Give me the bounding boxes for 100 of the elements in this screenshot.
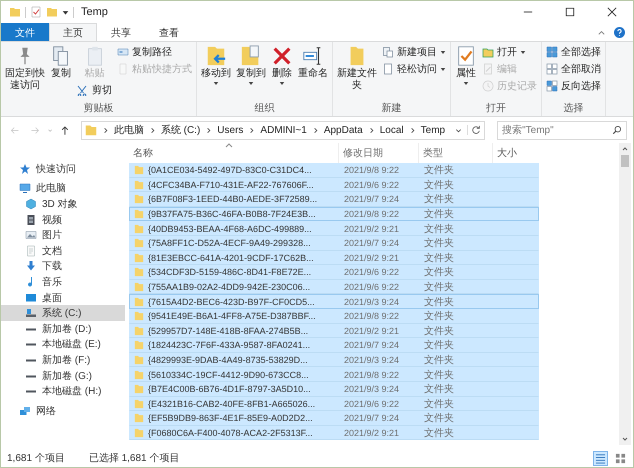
ribbon-button[interactable]: 新建项目	[380, 44, 448, 60]
file-row[interactable]: {75A8FF1C-D52A-4ECF-9A49-299328... 2021/9/7 9:24 文件夹	[129, 236, 539, 251]
file-row[interactable]: {9B37FA75-B36C-46FA-B0B8-7F24E3B... 2021/9/8 9:22 文件夹	[129, 206, 539, 222]
checklist-icon[interactable]	[30, 6, 42, 18]
file-row[interactable]: {4CFC34BA-F710-431E-AF22-767606F... 2021/9/6 9:22 文件夹	[129, 178, 539, 192]
selection-count: 已选择 1,681 个项目	[88, 452, 180, 465]
group-label: 打开	[485, 102, 507, 115]
breadcrumb[interactable]: 系统 (C:)	[160, 123, 200, 137]
new-item-icon	[382, 46, 394, 58]
sidebar-item[interactable]: 文档	[1, 242, 125, 259]
table-cell-text: 文件夹	[423, 252, 455, 265]
sidebar-item[interactable]: 此电脑	[1, 180, 125, 196]
ribbon-tab[interactable]: 主页	[49, 23, 97, 41]
scrollbar[interactable]	[619, 143, 631, 445]
sidebar-item[interactable]: 本地磁盘 (H:)	[1, 383, 125, 399]
table-cell-text: 文件夹	[423, 164, 455, 178]
ribbon-button[interactable]: 删除	[269, 44, 295, 86]
table-cell-text: 2021/9/6 9:22	[343, 282, 400, 292]
file-row[interactable]: {1824423C-7F6F-433A-9587-8FA0241... 2021/9/7 9:24 文件夹	[129, 338, 539, 353]
details-view-icon[interactable]	[593, 450, 608, 466]
sidebar-item[interactable]: 新加卷 (G:)	[1, 368, 125, 384]
file-row[interactable]: {EF5B9DB9-863F-4E1F-85E9-A0D2D2... 2021/9/7 9:24 文件夹	[129, 411, 539, 426]
file-name: {534CDF3D-5159-486C-8D41-F8E72E...	[148, 267, 312, 278]
file-row[interactable]: {534CDF3D-5159-486C-8D41-F8E72E... 2021/9/6 9:22 文件夹	[129, 265, 539, 280]
ribbon-button[interactable]: 打开	[480, 44, 539, 60]
sidebar-item[interactable]: 音乐	[1, 274, 125, 290]
table-cell-text: 文件夹	[423, 296, 455, 309]
file-row[interactable]: {9541E49E-B6A1-4FF8-A75E-D387BBF... 2021/9/8 9:22 文件夹	[129, 308, 539, 324]
chevron-right-icon	[408, 126, 416, 134]
sidebar-item[interactable]: 桌面	[1, 290, 125, 306]
breadcrumb[interactable]: 此电脑	[114, 123, 144, 137]
sidebar-item[interactable]: 本地磁盘 (E:)	[1, 336, 125, 352]
chevron-down-icon[interactable]	[455, 126, 462, 134]
search-field[interactable]: 搜索"Temp"	[497, 120, 628, 140]
file-row[interactable]: {F0680C6A-F400-4078-ACA2-2F5313F... 2021/9/2 9:21 文件夹	[129, 426, 539, 440]
ribbon-tab[interactable]: 查看	[145, 23, 193, 41]
sidebar-item[interactable]: 3D 对象	[1, 196, 125, 212]
ribbon-button[interactable]: 全部选择	[544, 44, 603, 60]
sidebar-item[interactable]: 图片	[1, 227, 125, 243]
help-icon[interactable]	[614, 26, 625, 38]
scroll-up-icon[interactable]	[621, 145, 629, 153]
close-icon[interactable]	[607, 7, 617, 17]
ribbon-button[interactable]: 全部取消	[544, 61, 603, 77]
breadcrumb[interactable]: Temp	[420, 124, 446, 136]
ribbon-tab[interactable]: 文件	[1, 23, 49, 41]
sidebar-item[interactable]: 新加卷 (D:)	[1, 320, 125, 337]
file-row[interactable]: {0A1CE034-5492-497D-83C0-C31DC4... 2021/9/8 9:22 文件夹	[129, 163, 539, 178]
chevron-right-icon	[368, 126, 375, 134]
up-arrow-icon[interactable]	[60, 124, 70, 136]
folder-icon	[134, 370, 144, 380]
file-row[interactable]: {81E3EBCC-641A-4201-9CDF-17C62B... 2021/9/2 9:21 文件夹	[129, 250, 539, 266]
ribbon-button[interactable]: 重命名	[296, 44, 330, 80]
ribbon-button[interactable]: 固定到快速访问	[3, 44, 47, 92]
ribbon-button[interactable]: 复制到	[234, 44, 268, 86]
file-row[interactable]: {40DB9453-BEAA-4F68-A6DC-499889... 2021/9/2 9:21 文件夹	[129, 221, 539, 236]
maximize-icon[interactable]	[565, 7, 575, 17]
file-row[interactable]: {4829993E-9DAB-4A49-8735-53829D... 2021/9/3 9:24 文件夹	[129, 352, 539, 368]
ribbon-button[interactable]: 移动到	[199, 44, 233, 86]
file-row[interactable]: {E4321B16-CAB2-40FE-8FB1-A665026... 2021/9/6 9:22 文件夹	[129, 396, 539, 412]
file-row[interactable]: {5610334C-19CF-4412-9D90-673CC8... 2021/9/8 9:22 文件夹	[129, 367, 539, 382]
caret-icon	[463, 80, 469, 86]
folder-icon	[134, 224, 144, 234]
ribbon-button[interactable]: 反向选择	[544, 78, 603, 94]
refresh-icon[interactable]	[467, 125, 482, 135]
sidebar-item[interactable]: 下载	[1, 258, 125, 274]
sidebar-item[interactable]: 网络	[1, 402, 125, 418]
breadcrumb[interactable]: ADMINI~1	[260, 124, 307, 136]
sidebar-item[interactable]: 视频	[1, 212, 125, 228]
column-header[interactable]: 大小	[493, 143, 617, 163]
folder-icon	[134, 165, 144, 176]
sidebar-item[interactable]: 系统 (C:)	[1, 305, 125, 321]
ribbon-tab[interactable]: 共享	[97, 23, 145, 41]
table-cell-text: 文件夹	[423, 324, 455, 338]
ribbon-button[interactable]: 轻松访问	[380, 61, 448, 77]
search-icon	[612, 125, 622, 135]
file-row[interactable]: {7615A4D2-BEC6-423D-B97F-CF0CD5... 2021/9/3 9:24 文件夹	[129, 294, 539, 309]
ribbon-button[interactable]: 剪切	[75, 82, 114, 98]
scroll-down-icon[interactable]	[621, 435, 629, 443]
caret-icon[interactable]	[62, 8, 69, 16]
file-name: {0A1CE034-5492-497D-83C0-C31DC4...	[148, 165, 312, 176]
file-row[interactable]: {6B7F08F3-1EED-44B0-AEDE-3F72589... 2021/9/7 9:24 文件夹	[129, 192, 539, 207]
scissors-icon	[77, 84, 89, 96]
breadcrumb[interactable]: Users	[217, 124, 244, 136]
breadcrumb[interactable]: AppData	[324, 124, 363, 136]
ribbon-button[interactable]: 属性	[453, 44, 479, 86]
file-row[interactable]: {529957D7-148E-418B-8FAA-274B5B... 2021/9/2 9:21 文件夹	[129, 324, 539, 338]
address-bar[interactable]: 此电脑 系统 (C:) Users ADMINI~1 AppData Local Temp	[80, 120, 486, 140]
file-row[interactable]: {B7E4C00B-6B76-4D1F-8797-3A5D10... 2021/9/3 9:24 文件夹	[129, 382, 539, 396]
ribbon-button[interactable]: 新建文件夹	[335, 44, 379, 92]
large-icons-view-icon[interactable]	[614, 452, 627, 464]
breadcrumb[interactable]: Local	[380, 124, 404, 136]
sidebar-item[interactable]: 快速访问	[1, 161, 125, 177]
file-row[interactable]: {755AA1B9-02A2-4DD9-942E-230C06... 2021/9/6 9:22 文件夹	[129, 280, 539, 294]
table-cell-text: 2021/9/6 9:22	[343, 398, 400, 409]
ribbon-button[interactable]: 复制	[48, 44, 74, 80]
scroll-thumb[interactable]	[621, 155, 629, 167]
sidebar-item[interactable]: 新加卷 (F:)	[1, 352, 125, 368]
text-path-icon	[117, 46, 129, 58]
folder-icon	[134, 252, 144, 263]
ribbon-button[interactable]: 复制路径	[115, 44, 194, 60]
